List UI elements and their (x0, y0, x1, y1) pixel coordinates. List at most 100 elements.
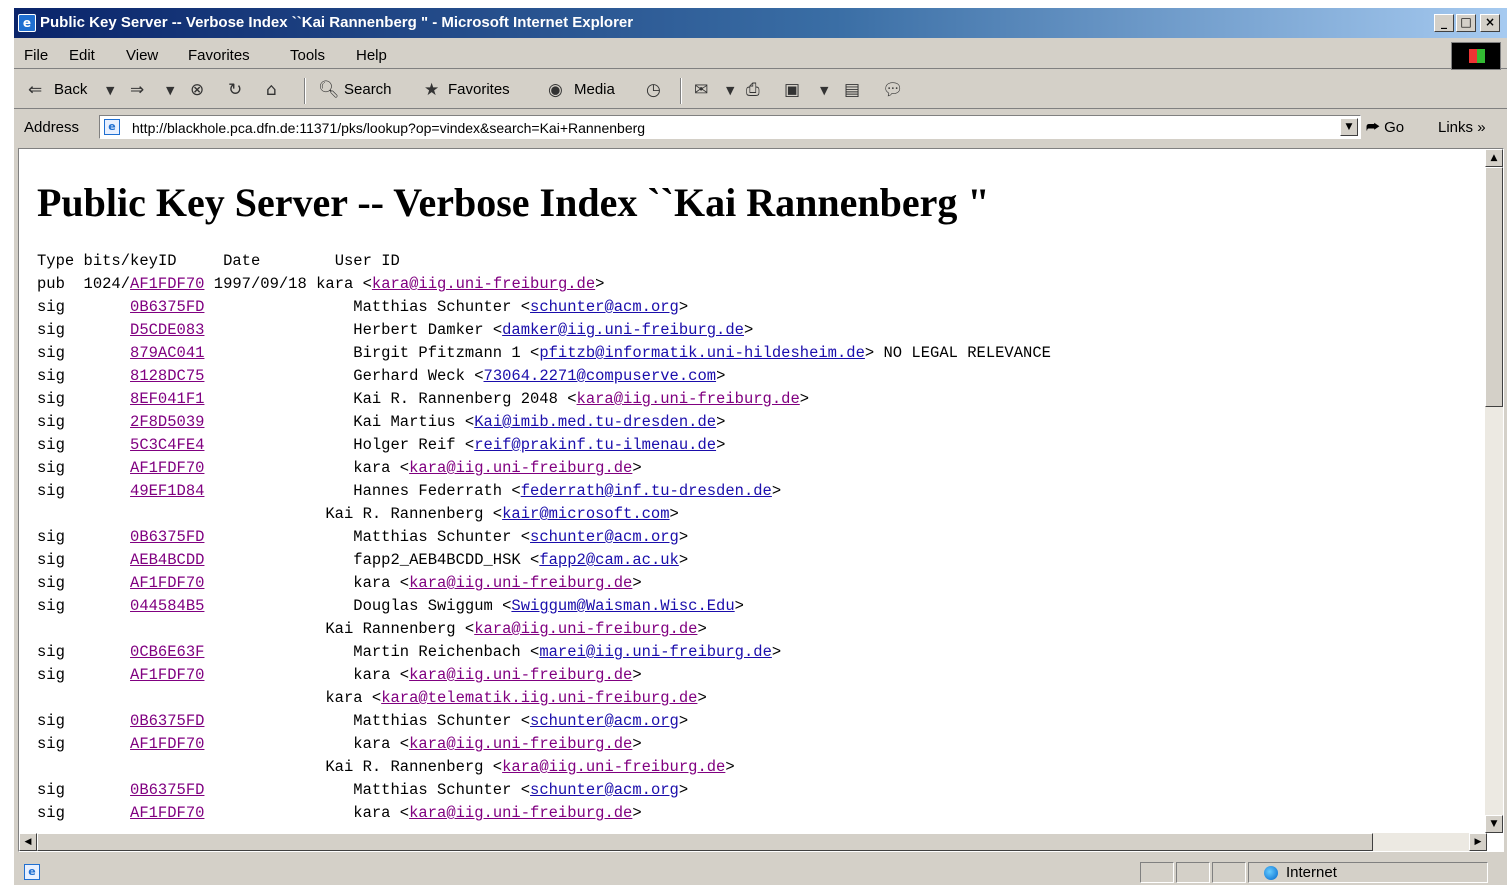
signature-keyid-link[interactable]: 0B6375FD (130, 298, 204, 316)
signature-keyid-link[interactable]: AF1FDF70 (130, 459, 204, 477)
email-link[interactable]: pfitzb@informatik.uni-hildesheim.de (539, 344, 865, 362)
signature-keyid-link[interactable]: 5C3C4FE4 (130, 436, 204, 454)
email-link[interactable]: schunter@acm.org (530, 781, 679, 799)
email-link[interactable]: Swiggum@Waisman.Wisc.Edu (511, 597, 734, 615)
email-link[interactable]: kara@iig.uni-freiburg.de (409, 666, 632, 684)
email-link[interactable]: federrath@inf.tu-dresden.de (521, 482, 772, 500)
signature-keyid-link[interactable]: AF1FDF70 (130, 574, 204, 592)
go-button[interactable]: ⮫ Go (1366, 119, 1404, 136)
messenger-icon[interactable]: 💬︎ (882, 80, 904, 100)
scroll-right-icon[interactable]: ▶ (1469, 833, 1487, 851)
email-link[interactable]: kara@iig.uni-freiburg.de (409, 735, 632, 753)
close-button[interactable]: × (1480, 14, 1500, 32)
email-link[interactable]: marei@iig.uni-freiburg.de (539, 643, 772, 661)
search-icon[interactable]: 🔍︎ (318, 80, 340, 100)
menu-help[interactable]: Help (356, 47, 387, 64)
edit-dropdown-icon[interactable]: ▼ (820, 84, 828, 97)
email-link[interactable]: kara@iig.uni-freiburg.de (502, 758, 725, 776)
vertical-scrollbar[interactable]: ▲ ▼ (1485, 149, 1503, 833)
scroll-up-icon[interactable]: ▲ (1485, 149, 1503, 167)
favorites-button[interactable]: Favorites (448, 81, 510, 98)
email-link[interactable]: kara@iig.uni-freiburg.de (577, 390, 800, 408)
address-url[interactable]: http://blackhole.pca.dfn.de:11371/pks/lo… (132, 120, 645, 136)
email-link[interactable]: kara@iig.uni-freiburg.de (409, 804, 632, 822)
sig-type: sig (37, 574, 65, 592)
discuss-icon[interactable]: ▤ (844, 80, 860, 100)
signature-keyid-link[interactable]: 49EF1D84 (130, 482, 204, 500)
print-icon[interactable]: ⎙ (746, 80, 760, 100)
menu-view[interactable]: View (126, 47, 158, 64)
minimize-button[interactable]: _ (1434, 14, 1454, 32)
signer-name: Herbert Damker (353, 321, 484, 339)
email-link[interactable]: kair@microsoft.com (502, 505, 669, 523)
go-arrow-icon: ⮫ (1366, 119, 1385, 136)
email-link[interactable]: kara@telematik.iig.uni-freiburg.de (381, 689, 697, 707)
address-dropdown-icon[interactable]: ▼ (1340, 118, 1358, 136)
menu-tools[interactable]: Tools (290, 47, 325, 64)
page-content[interactable]: Public Key Server -- Verbose Index ``Kai… (18, 148, 1504, 852)
scroll-down-icon[interactable]: ▼ (1485, 815, 1503, 833)
mail-dropdown-icon[interactable]: ▼ (726, 84, 734, 97)
email-link[interactable]: schunter@acm.org (530, 298, 679, 316)
links-label: Links (1438, 119, 1474, 136)
key-id-link[interactable]: AF1FDF70 (130, 275, 204, 293)
address-input[interactable]: e http://blackhole.pca.dfn.de:11371/pks/… (99, 115, 1361, 139)
signature-keyid-link[interactable]: 2F8D5039 (130, 413, 204, 431)
media-icon[interactable]: ◉ (548, 80, 563, 100)
history-icon[interactable]: ◷ (646, 80, 661, 100)
signature-keyid-link[interactable]: 044584B5 (130, 597, 204, 615)
email-link[interactable]: reif@prakinf.tu-ilmenau.de (474, 436, 716, 454)
user-id-name: Kai R. Rannenberg (325, 505, 484, 523)
forward-dropdown-icon[interactable]: ▼ (166, 84, 174, 97)
signature-keyid-link[interactable]: 8EF041F1 (130, 390, 204, 408)
title-bar[interactable]: e Public Key Server -- Verbose Index ``K… (14, 8, 1507, 38)
mail-icon[interactable]: ✉ (694, 80, 708, 100)
email-link[interactable]: kara@iig.uni-freiburg.de (409, 574, 632, 592)
signature-keyid-link[interactable]: AF1FDF70 (130, 666, 204, 684)
maximize-button[interactable]: □ (1456, 14, 1476, 32)
ie-logo-icon: e (18, 14, 36, 32)
forward-arrow-icon[interactable]: ⇒ (130, 80, 144, 100)
email-link[interactable]: kara@iig.uni-freiburg.de (474, 620, 697, 638)
edit-icon[interactable]: ▣ (784, 80, 800, 100)
media-button[interactable]: Media (574, 81, 615, 98)
refresh-icon[interactable]: ↻ (228, 80, 242, 100)
signature-keyid-link[interactable]: 0CB6E63F (130, 643, 204, 661)
vertical-scroll-thumb[interactable] (1485, 167, 1503, 407)
signature-keyid-link[interactable]: AF1FDF70 (130, 804, 204, 822)
email-link[interactable]: 73064.2271@compuserve.com (484, 367, 717, 385)
email-link[interactable]: kara@iig.uni-freiburg.de (409, 459, 632, 477)
signature-keyid-link[interactable]: 0B6375FD (130, 712, 204, 730)
menu-file[interactable]: File (24, 47, 48, 64)
email-link[interactable]: fapp2@cam.ac.uk (539, 551, 679, 569)
stop-icon[interactable]: ⊗ (190, 80, 204, 100)
page-status-icon: e (24, 864, 40, 880)
horizontal-scrollbar[interactable]: ◀ ▶ (19, 833, 1487, 851)
signature-keyid-link[interactable]: AF1FDF70 (130, 735, 204, 753)
column-header-keyid: bits/keyID (83, 252, 177, 270)
email-link[interactable]: kara@iig.uni-freiburg.de (372, 275, 595, 293)
email-link[interactable]: damker@iig.uni-freiburg.de (502, 321, 744, 339)
links-button[interactable]: Links » (1438, 119, 1486, 136)
back-dropdown-icon[interactable]: ▼ (106, 84, 114, 97)
email-link[interactable]: schunter@acm.org (530, 528, 679, 546)
signer-name: kara (353, 459, 391, 477)
signature-keyid-link[interactable]: AEB4BCDD (130, 551, 204, 569)
back-button[interactable]: Back (54, 81, 87, 98)
listing-row: sig 0B6375FD Matthias Schunter <schunter… (37, 298, 689, 316)
favorites-icon[interactable]: ★ (424, 80, 439, 100)
menu-edit[interactable]: Edit (69, 47, 95, 64)
signature-keyid-link[interactable]: 8128DC75 (130, 367, 204, 385)
scroll-left-icon[interactable]: ◀ (19, 833, 37, 851)
email-link[interactable]: schunter@acm.org (530, 712, 679, 730)
signature-keyid-link[interactable]: D5CDE083 (130, 321, 204, 339)
signature-keyid-link[interactable]: 879AC041 (130, 344, 204, 362)
menu-favorites[interactable]: Favorites (188, 47, 250, 64)
search-button[interactable]: Search (344, 81, 392, 98)
email-link[interactable]: Kai@imib.med.tu-dresden.de (474, 413, 716, 431)
home-icon[interactable]: ⌂ (266, 80, 277, 100)
signature-keyid-link[interactable]: 0B6375FD (130, 781, 204, 799)
horizontal-scroll-thumb[interactable] (37, 833, 1373, 851)
signature-keyid-link[interactable]: 0B6375FD (130, 528, 204, 546)
back-arrow-icon[interactable]: ⇐ (28, 80, 42, 100)
